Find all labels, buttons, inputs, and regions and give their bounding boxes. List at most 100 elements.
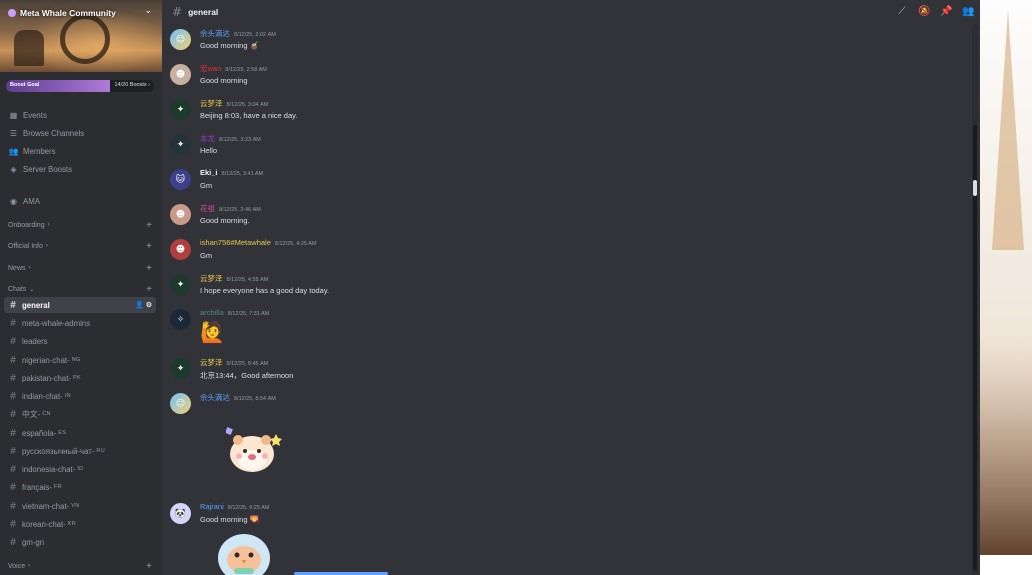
avatar[interactable]: ✧ <box>170 309 191 330</box>
server-name: Meta Whale Community <box>20 8 116 18</box>
channel-suffix: ID <box>77 466 84 472</box>
calendar-icon: ▦ <box>9 110 18 120</box>
category-chats[interactable]: Chats ⌄ + <box>4 281 156 297</box>
message-text: Good morning 🌄 <box>200 515 259 524</box>
add-channel-icon[interactable]: + <box>146 263 152 274</box>
member-list-icon[interactable]: 👥 <box>962 6 974 17</box>
category-label: Chats <box>8 285 27 293</box>
channel-meta-whale-admins[interactable]: # meta-whale-admins <box>4 315 156 331</box>
avatar[interactable]: ☺ <box>170 29 191 50</box>
channel-espanola[interactable]: # española- ES <box>4 425 156 441</box>
chevron-right-icon: › <box>28 265 31 271</box>
stage-icon: ◉ <box>10 196 17 206</box>
category-official-info[interactable]: Official Info › + <box>4 238 156 254</box>
channel-name: general <box>22 300 50 310</box>
members-icon: 👥 <box>8 146 19 156</box>
message-author[interactable]: ishan756#Metawhale <box>200 238 271 247</box>
category-label: Onboarding <box>8 221 45 229</box>
category-onboarding[interactable]: Onboarding › + <box>4 217 156 233</box>
channel-vietnam-chat[interactable]: # vietnam-chat- VN <box>4 498 156 514</box>
hash-icon: # <box>10 390 16 402</box>
add-channel-icon[interactable]: + <box>146 241 152 252</box>
channel-suffix: NG <box>71 357 81 363</box>
hash-icon: # <box>10 354 16 366</box>
channel-name: nigerian-chat- <box>22 355 70 365</box>
nav-ama[interactable]: ◉ AMA <box>4 193 156 209</box>
avatar[interactable]: ☺ <box>170 393 191 414</box>
message-author[interactable]: 云梦泽 <box>200 358 223 367</box>
notification-bell-muted-icon[interactable]: 🔕 <box>918 6 930 17</box>
add-channel-icon[interactable]: + <box>146 284 152 295</box>
channel-indian-chat[interactable]: # indian-chat- IN <box>4 388 156 404</box>
avatar[interactable]: 🐱 <box>170 169 191 190</box>
nav-browse-channels[interactable]: ☰ Browse Channels <box>4 125 156 141</box>
pinned-messages-icon[interactable]: 📌 <box>940 6 952 17</box>
channel-indonesia-chat[interactable]: # indonesia-chat- ID <box>4 461 156 477</box>
message-author[interactable]: archilla <box>200 308 224 317</box>
category-label: Official Info <box>8 242 43 250</box>
nav-members[interactable]: 👥 Members <box>4 143 156 159</box>
boost-goal-bar[interactable]: Boost Goal 14/20 Boosts › <box>6 80 154 92</box>
hash-icon: # <box>10 536 16 548</box>
message-text: Good morning <box>200 76 248 85</box>
channel-leaders[interactable]: # leaders <box>4 333 156 349</box>
channel-title: general <box>188 7 219 17</box>
message-text: Hello <box>200 146 218 155</box>
avatar[interactable]: ☻ <box>170 239 191 260</box>
channel-korean-chat[interactable]: # korean-chat- KR <box>4 516 156 532</box>
avatar[interactable]: 🐼 <box>170 503 191 524</box>
channel-gm-gn[interactable]: # gm-gn <box>4 534 156 550</box>
message-author[interactable]: 宏wan <box>200 64 221 73</box>
message-author[interactable]: 花祖 <box>200 204 215 213</box>
channel-name: indonesia-chat- <box>22 464 76 474</box>
hash-icon: # <box>10 317 16 329</box>
chevron-right-icon: › <box>28 563 31 569</box>
channel-general[interactable]: # general 👤 ⚙ <box>4 297 156 313</box>
category-news[interactable]: News › + <box>4 260 156 276</box>
channel-suffix: KR <box>67 521 77 527</box>
message-author[interactable]: 佘头滴达 <box>200 393 230 402</box>
bird-sticker[interactable] <box>216 530 276 575</box>
channel-sidebar: Meta Whale Community ⌄ Boost Goal 14/20 … <box>0 0 162 575</box>
hamster-sticker[interactable] <box>225 426 282 476</box>
chevron-down-icon[interactable]: ⌄ <box>144 6 152 16</box>
message-author[interactable]: 佘头滴达 <box>200 29 230 38</box>
channel-suffix: PK <box>72 375 81 381</box>
threads-icon[interactable]: ⟋ <box>896 6 908 17</box>
avatar[interactable]: ☻ <box>170 64 191 85</box>
message-text: 北京13:44，Good afternoon <box>200 371 294 380</box>
channel-name: meta-whale-admins <box>22 318 91 328</box>
invite-icon[interactable]: 👤 <box>135 302 144 309</box>
message-author[interactable]: 本龙 <box>200 134 215 143</box>
nav-server-boosts[interactable]: ◈ Server Boosts <box>4 161 156 177</box>
avatar[interactable]: ✦ <box>170 99 191 120</box>
nav-events[interactable]: ▦ Events <box>4 107 156 123</box>
channel-chinese[interactable]: # 中文- CN <box>4 406 156 422</box>
category-voice[interactable]: Voice › + <box>4 558 156 574</box>
add-channel-icon[interactable]: + <box>146 220 152 231</box>
channel-pakistan-chat[interactable]: # pakistan-chat- PK <box>4 370 156 386</box>
chevron-right-icon: › <box>45 243 48 249</box>
channel-russian-chat[interactable]: # русскоязычный-чат- RU <box>4 443 156 459</box>
emoji-sticker[interactable]: 🙋 <box>200 320 225 344</box>
channel-name: indian-chat- <box>22 391 63 401</box>
message-timestamp: 8/12/25, 3:46 AM <box>219 207 261 213</box>
message-author[interactable]: 云梦泽 <box>200 274 223 283</box>
avatar[interactable]: ✦ <box>170 358 191 379</box>
gear-icon[interactable]: ⚙ <box>146 302 152 309</box>
channel-name: gm-gn <box>22 537 45 547</box>
avatar[interactable]: ☻ <box>170 204 191 225</box>
message-author[interactable]: 云梦泽 <box>200 99 223 108</box>
message-author[interactable]: Eki_i <box>200 168 218 177</box>
channel-name: français- <box>22 482 52 492</box>
channel-nigerian-chat[interactable]: # nigerian-chat- NG <box>4 352 156 368</box>
hash-icon: # <box>10 445 16 457</box>
browse-channels-icon: ☰ <box>9 128 18 138</box>
message-list: ☺ 佘头滴达 8/12/25, 2:02 AM Good morning 🧉 ☻ … <box>162 24 972 575</box>
avatar[interactable]: ✦ <box>170 274 191 295</box>
channel-francais[interactable]: # français- FR <box>4 479 156 495</box>
add-channel-icon[interactable]: + <box>146 561 152 572</box>
server-header[interactable]: Meta Whale Community ⌄ <box>0 0 162 26</box>
message-author[interactable]: Rajrani <box>200 502 224 511</box>
avatar[interactable]: ✦ <box>170 134 191 155</box>
